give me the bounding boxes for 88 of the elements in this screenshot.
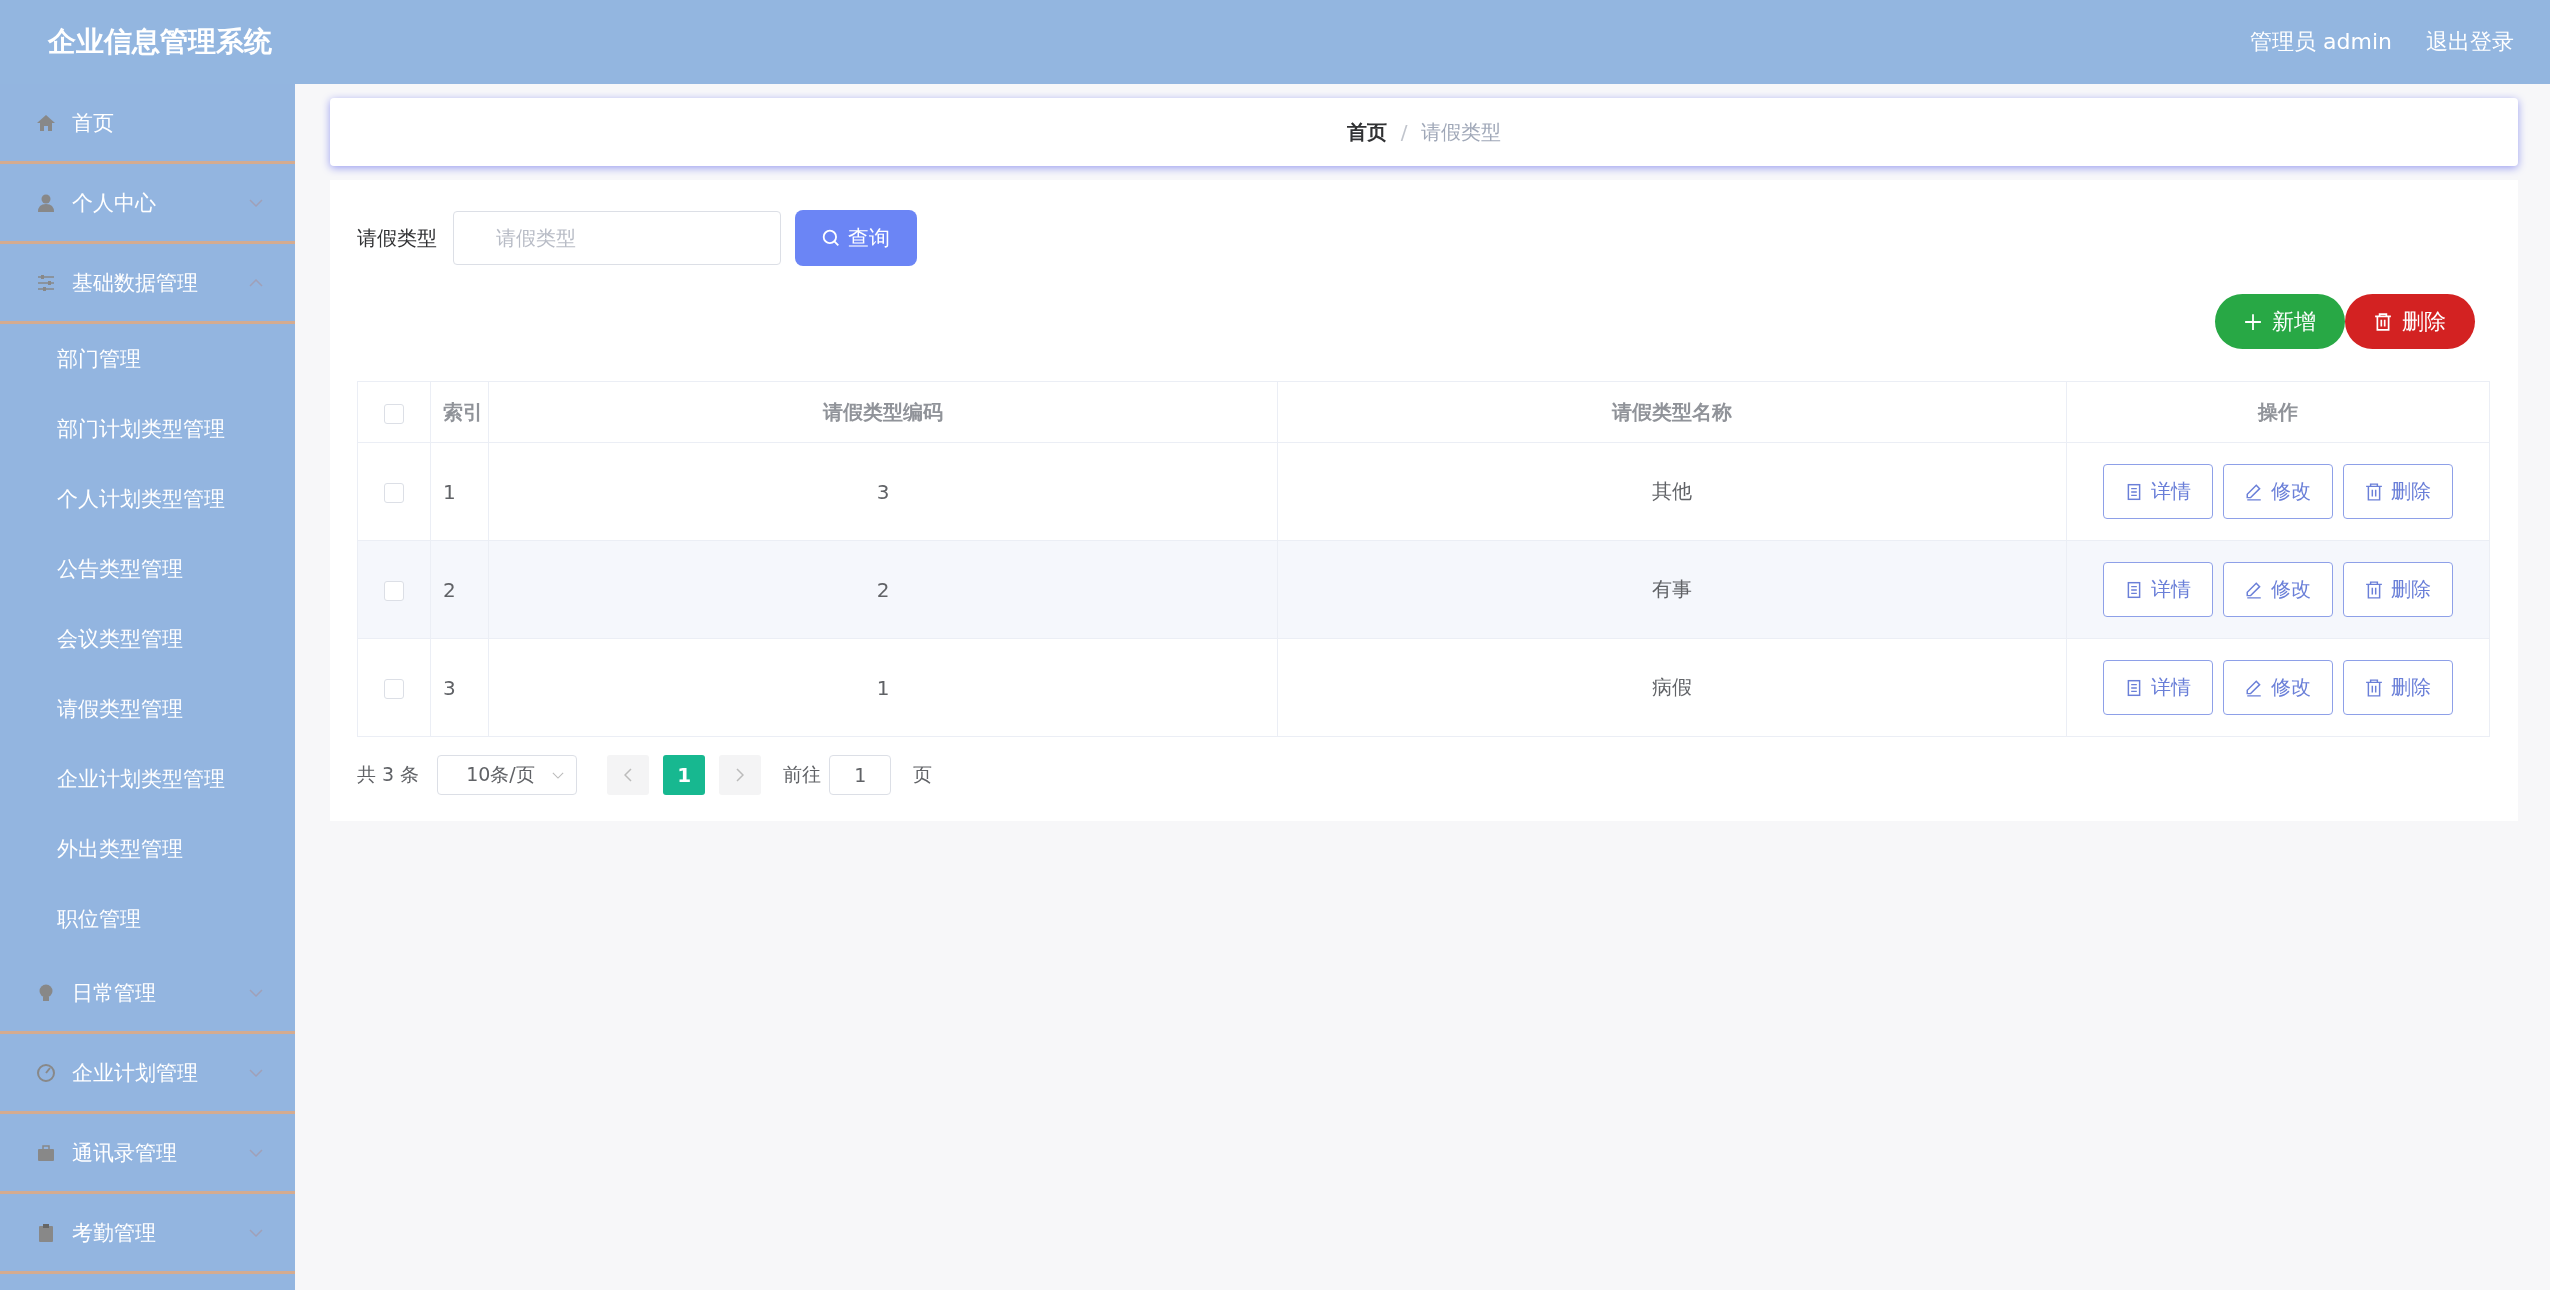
trash-icon xyxy=(2365,678,2383,697)
app-title: 企业信息管理系统 xyxy=(48,24,272,60)
breadcrumb-link[interactable]: 首页 xyxy=(1346,118,1387,146)
goto-label: 前往 xyxy=(783,762,822,787)
submenu-item[interactable]: 部门计划类型管理 xyxy=(0,394,295,464)
chevron-icon xyxy=(249,198,263,207)
submenu-item[interactable]: 会议类型管理 xyxy=(0,604,295,674)
submenu-item[interactable]: 企业计划类型管理 xyxy=(0,744,295,814)
chevron-icon xyxy=(552,771,565,779)
document-icon xyxy=(2125,580,2143,599)
search-label: 请假类型 xyxy=(357,224,437,252)
page-number[interactable]: 1 xyxy=(663,755,706,795)
column-header: 请假类型编码 xyxy=(488,381,1278,443)
delete-button[interactable]: 删除 xyxy=(2343,562,2453,617)
detail-button[interactable]: 详情 xyxy=(2103,464,2213,519)
pencil-icon xyxy=(2245,678,2263,697)
menu-item[interactable]: 首页 xyxy=(0,84,295,164)
home-icon xyxy=(36,112,56,133)
checkbox[interactable] xyxy=(384,581,404,601)
table-cell: 2 xyxy=(430,540,489,639)
breadcrumb-link[interactable]: 请假类型 xyxy=(1421,118,1502,146)
chevron-icon xyxy=(249,988,263,997)
chevron-icon xyxy=(249,1068,263,1077)
sliders-icon xyxy=(36,272,56,293)
table-cell: 2 xyxy=(488,540,1278,639)
add-button[interactable]: 新增 xyxy=(2215,294,2345,349)
edit-button[interactable]: 修改 xyxy=(2223,660,2333,715)
delete-button[interactable]: 删除 xyxy=(2345,294,2475,349)
detail-button[interactable]: 详情 xyxy=(2103,660,2213,715)
chevron-left-icon xyxy=(624,768,633,782)
table-cell: 病假 xyxy=(1277,638,2067,737)
pencil-icon xyxy=(2245,580,2263,599)
delete-button[interactable]: 删除 xyxy=(2343,660,2453,715)
trash-icon xyxy=(2365,482,2383,501)
page-input[interactable]: 1 xyxy=(829,755,892,795)
chevron-icon xyxy=(249,1148,263,1157)
page-suffix: 页 xyxy=(913,762,933,787)
breadcrumb-separator: / xyxy=(1400,120,1408,144)
page-size-select[interactable]: 10条/页 xyxy=(437,755,578,795)
document-icon xyxy=(2125,482,2143,501)
user-icon xyxy=(36,192,56,213)
column-header: 操作 xyxy=(2066,381,2490,443)
menu-item[interactable]: 个人中心 xyxy=(0,164,295,244)
search-field[interactable]: 请假类型 xyxy=(453,211,781,265)
pencil-icon xyxy=(2245,482,2263,501)
logout-link[interactable]: 退出登录 xyxy=(2426,27,2514,57)
trash-icon xyxy=(2374,312,2392,331)
plus-icon xyxy=(2244,312,2262,331)
trash-icon xyxy=(2365,580,2383,599)
submenu-item[interactable]: 个人计划类型管理 xyxy=(0,464,295,534)
detail-button[interactable]: 详情 xyxy=(2103,562,2213,617)
chevron-right-icon xyxy=(736,768,745,782)
chevron-icon xyxy=(249,1228,263,1237)
table-cell: 3 xyxy=(430,638,489,737)
user-label: 管理员 admin xyxy=(2250,28,2392,56)
checkbox[interactable] xyxy=(384,403,404,424)
edit-button[interactable]: 修改 xyxy=(2223,562,2333,617)
next-page-button[interactable] xyxy=(719,755,762,795)
checkbox[interactable] xyxy=(384,483,404,503)
gauge-icon xyxy=(36,1062,56,1083)
submenu-item[interactable]: 部门管理 xyxy=(0,324,295,394)
briefcase-icon xyxy=(36,1142,56,1163)
submenu-item[interactable]: 公告类型管理 xyxy=(0,534,295,604)
submenu-item[interactable]: 外出类型管理 xyxy=(0,814,295,884)
submenu-item[interactable]: 请假类型管理 xyxy=(0,674,295,744)
table-cell: 其他 xyxy=(1277,442,2067,541)
delete-button[interactable]: 删除 xyxy=(2343,464,2453,519)
column-header: 请假类型名称 xyxy=(1277,381,2067,443)
search-button[interactable]: 查询 xyxy=(795,210,917,266)
menu-item[interactable]: 通讯录管理 xyxy=(0,1114,295,1194)
table-cell: 有事 xyxy=(1277,540,2067,639)
column-header: 索引 xyxy=(430,381,489,443)
menu-item[interactable]: 日常管理 xyxy=(0,954,295,1034)
menu-item[interactable]: 企业计划管理 xyxy=(0,1034,295,1114)
edit-button[interactable]: 修改 xyxy=(2223,464,2333,519)
submenu-item[interactable]: 职位管理 xyxy=(0,884,295,954)
menu-item[interactable]: 考勤管理 xyxy=(0,1194,295,1274)
document-icon xyxy=(2125,678,2143,697)
table-cell: 1 xyxy=(488,638,1278,737)
checkbox[interactable] xyxy=(384,679,404,699)
prev-page-button[interactable] xyxy=(607,755,650,795)
table-cell: 1 xyxy=(430,442,489,541)
total-count: 共 3 条 xyxy=(357,762,420,787)
clipboard-icon xyxy=(36,1222,56,1243)
search-icon xyxy=(822,229,840,247)
chevron-icon xyxy=(249,278,263,287)
table-cell: 3 xyxy=(488,442,1278,541)
menu-item[interactable]: 基础数据管理 xyxy=(0,244,295,324)
